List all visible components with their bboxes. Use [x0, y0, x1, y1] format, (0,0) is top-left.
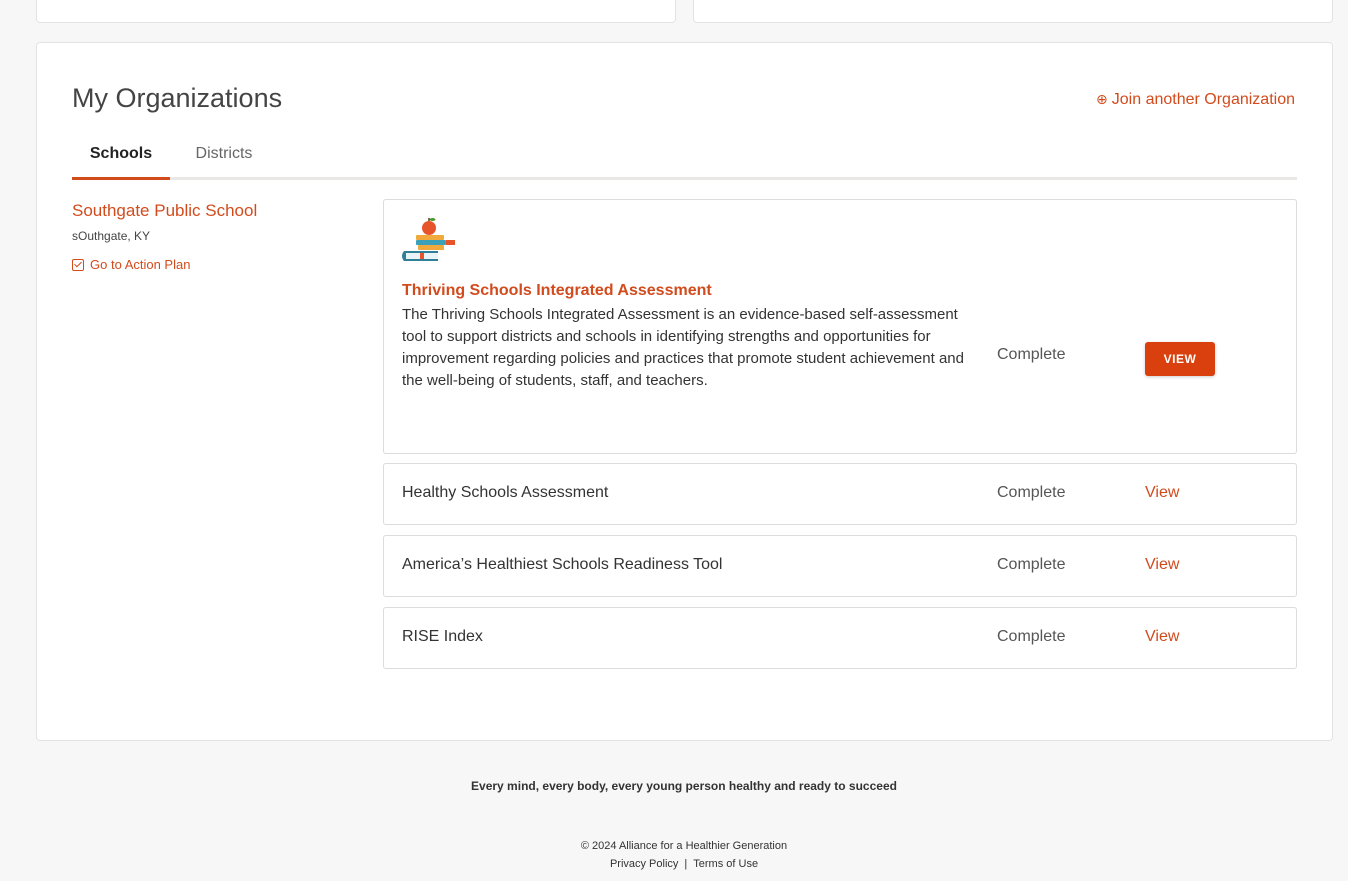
assessment-row: RISE Index Complete View [383, 607, 1297, 669]
footer-separator: | [684, 858, 688, 870]
assessment-row: Healthy Schools Assessment Complete View [383, 463, 1297, 525]
assessment-description: The Thriving Schools Integrated Assessme… [402, 306, 964, 389]
assessment-name: America’s Healthiest Schools Readiness T… [402, 556, 723, 573]
view-link[interactable]: View [1145, 484, 1179, 502]
assessment-card-featured: Thriving Schools Integrated Assessment T… [383, 199, 1297, 454]
assessment-name: RISE Index [402, 628, 483, 645]
page-title: My Organizations [72, 83, 283, 113]
top-card-left [36, 0, 676, 23]
assessment-status: Complete [997, 484, 1066, 501]
school-name-link[interactable]: Southgate Public School [72, 201, 257, 221]
join-organization-link[interactable]: ⊕ Join another Organization [1096, 91, 1295, 109]
privacy-policy-link[interactable]: Privacy Policy [610, 858, 678, 870]
view-link[interactable]: View [1145, 628, 1179, 646]
footer-tagline: Every mind, every body, every young pers… [471, 779, 897, 793]
tab-districts[interactable]: Districts [188, 145, 260, 180]
my-organizations-card: My Organizations ⊕ Join another Organizat… [36, 42, 1333, 741]
top-card-right [693, 0, 1333, 23]
view-button[interactable]: VIEW [1145, 342, 1215, 376]
assessment-status: Complete [997, 556, 1066, 573]
footer-copyright: © 2024 Alliance for a Healthier Generati… [580, 840, 788, 852]
view-link[interactable]: View [1145, 556, 1179, 574]
plus-circle-icon: ⊕ [1096, 91, 1108, 107]
action-plan-label: Go to Action Plan [90, 257, 191, 272]
assessment-status: Complete [997, 628, 1066, 645]
assessment-name: Healthy Schools Assessment [402, 484, 609, 501]
terms-of-use-link[interactable]: Terms of Use [693, 858, 758, 870]
tab-schools[interactable]: Schools [72, 145, 170, 180]
organization-tabs: Schools Districts [72, 143, 1297, 180]
assessment-title: Thriving Schools Integrated Assessment [402, 282, 712, 299]
assessment-status: Complete [997, 346, 1066, 363]
school-location: sOuthgate, KY [72, 229, 151, 243]
books-apple-icon [402, 218, 455, 261]
action-plan-link[interactable]: Go to Action Plan [72, 257, 190, 272]
checkbox-icon [72, 259, 84, 271]
assessment-row: America’s Healthiest Schools Readiness T… [383, 535, 1297, 597]
join-organization-label: Join another Organization [1111, 91, 1295, 108]
footer-links: Privacy Policy | Terms of Use [0, 858, 1348, 870]
